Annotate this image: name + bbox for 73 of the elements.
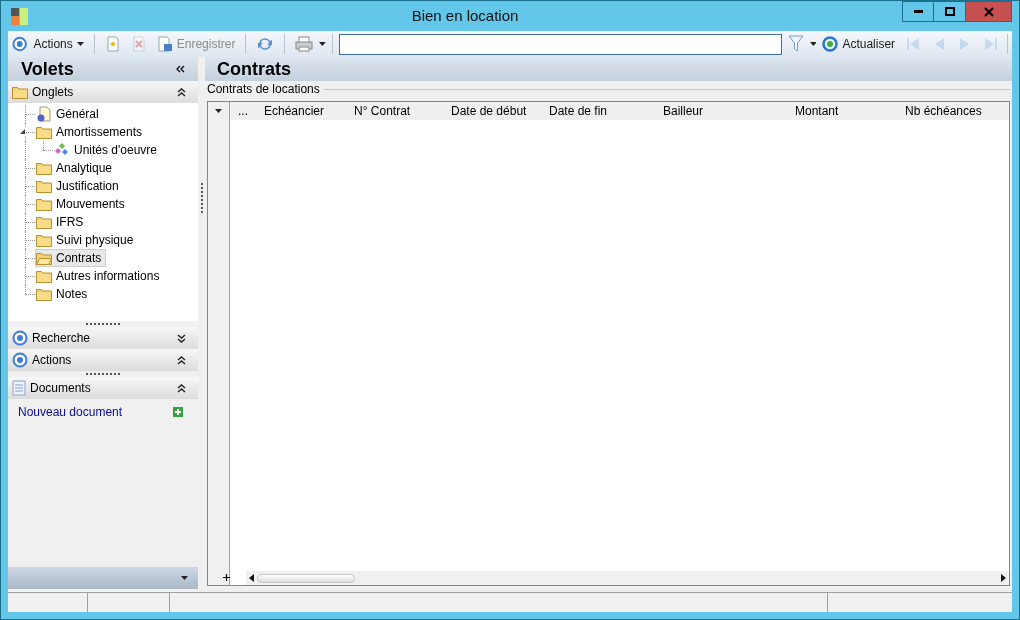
caret-icon bbox=[181, 576, 188, 580]
folder-icon bbox=[36, 197, 52, 211]
tree-item[interactable]: Notes bbox=[35, 285, 93, 303]
minimize-button[interactable] bbox=[902, 1, 934, 22]
pane-header[interactable]: Recherche bbox=[8, 327, 198, 349]
close-button[interactable] bbox=[966, 1, 1012, 22]
column-header[interactable]: N° Contrat bbox=[346, 102, 443, 120]
pane-title: Recherche bbox=[32, 330, 92, 347]
folder-icon bbox=[36, 233, 52, 247]
folder-icon bbox=[36, 215, 52, 229]
pane-title: Onglets bbox=[32, 84, 75, 101]
tree-item[interactable]: Mouvements bbox=[35, 195, 130, 213]
app-icon bbox=[11, 7, 28, 25]
group-title: Contrats de locations bbox=[207, 81, 320, 98]
search-field[interactable] bbox=[339, 33, 782, 55]
folder-icon bbox=[36, 161, 52, 175]
refresh-icon bbox=[822, 36, 839, 52]
new-document-link[interactable]: Nouveau document bbox=[18, 403, 173, 421]
actions-menu-button[interactable]: Actions bbox=[29, 35, 88, 53]
tree-item[interactable]: Suivi physique bbox=[35, 231, 139, 249]
expander-icon[interactable] bbox=[19, 128, 26, 135]
printer-icon[interactable] bbox=[295, 36, 314, 52]
tree-item[interactable]: Analytique bbox=[35, 159, 118, 177]
column-header[interactable]: Bailleur bbox=[655, 102, 787, 120]
caret-icon bbox=[76, 42, 84, 46]
plus-icon[interactable] bbox=[173, 407, 183, 417]
collapse-icon[interactable] bbox=[177, 383, 186, 393]
diamonds-icon bbox=[54, 142, 70, 158]
tree-item[interactable]: Amortissements bbox=[35, 123, 148, 141]
caret-icon bbox=[809, 42, 817, 46]
collapse-icon[interactable] bbox=[177, 355, 186, 365]
column-header[interactable]: ... bbox=[230, 102, 256, 120]
refresh-button[interactable]: Actualiser bbox=[818, 35, 900, 53]
sidebar-title: Volets bbox=[21, 57, 75, 81]
open-folder-icon bbox=[36, 251, 52, 265]
folder-icon bbox=[36, 125, 52, 139]
window-title: Bien en location bbox=[410, 5, 520, 26]
scroll-right-icon[interactable] bbox=[1001, 574, 1006, 582]
tree-item[interactable]: Unités d'oeuvre bbox=[53, 141, 162, 159]
horizontal-scrollbar[interactable] bbox=[246, 571, 1009, 585]
tree-item[interactable]: Général bbox=[35, 105, 104, 123]
tree-item[interactable]: IFRS bbox=[35, 213, 89, 231]
column-header[interactable]: Date de début bbox=[443, 102, 541, 120]
radio-icon bbox=[12, 330, 28, 346]
scroll-left-icon[interactable] bbox=[249, 574, 254, 582]
tree-item[interactable]: Autres informations bbox=[35, 267, 165, 285]
tree-item[interactable]: Justification bbox=[35, 177, 124, 195]
pane-title: Actions bbox=[32, 352, 73, 369]
column-header[interactable]: Date de fin bbox=[541, 102, 655, 120]
pane-header[interactable]: Onglets bbox=[8, 81, 198, 103]
document-icon bbox=[12, 380, 26, 396]
pane-title: Documents bbox=[30, 380, 92, 397]
column-header[interactable]: Echéancier bbox=[256, 102, 346, 120]
column-header[interactable]: Nb échéances bbox=[897, 102, 1007, 120]
caret-icon bbox=[215, 109, 222, 113]
tree-item[interactable]: Contrats bbox=[35, 249, 107, 267]
folder-icon bbox=[36, 179, 52, 193]
pane-header[interactable]: Actions bbox=[8, 349, 198, 371]
radio-icon bbox=[12, 36, 28, 52]
collapse-icon[interactable] bbox=[177, 87, 186, 97]
pane-header[interactable]: Documents bbox=[8, 377, 198, 399]
column-header[interactable]: Montant bbox=[787, 102, 897, 120]
caret-icon bbox=[319, 42, 327, 46]
expand-icon[interactable] bbox=[177, 333, 186, 343]
page-title: Contrats bbox=[217, 57, 291, 81]
add-row-icon[interactable] bbox=[223, 574, 230, 581]
collapse-sidebar-icon[interactable] bbox=[176, 65, 185, 73]
close-icon bbox=[983, 6, 994, 17]
folder-icon bbox=[36, 269, 52, 283]
folder-icon bbox=[12, 85, 28, 99]
radio-icon bbox=[12, 352, 28, 368]
folder-icon bbox=[36, 287, 52, 301]
refresh-icon[interactable] bbox=[256, 36, 275, 52]
